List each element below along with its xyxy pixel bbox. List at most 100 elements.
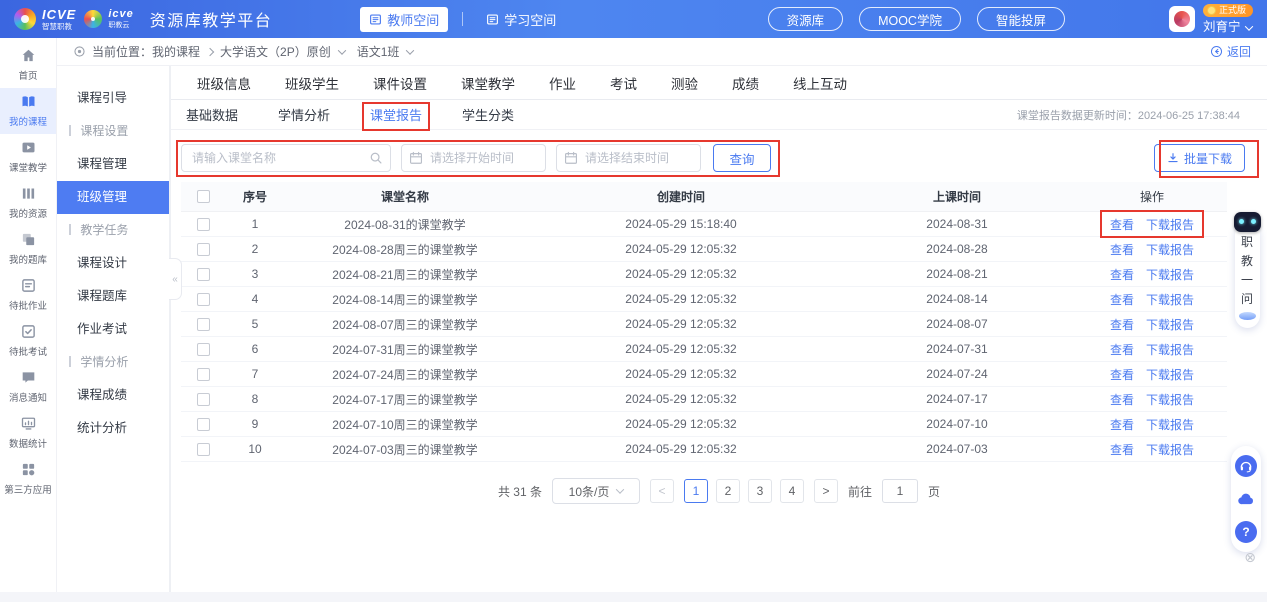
view-link[interactable]: 查看 [1110, 241, 1134, 258]
sidebar-item[interactable]: 待批考试 [0, 318, 56, 364]
sidebar-item[interactable]: 课堂教学 [0, 134, 56, 180]
download-report-link[interactable]: 下载报告 [1146, 291, 1194, 308]
submenu-item[interactable]: 班级管理 [57, 181, 169, 214]
sidebar-collapse-button[interactable]: « [169, 258, 182, 300]
submenu-item[interactable]: 课程设置 [57, 115, 169, 148]
breadcrumb-class-select[interactable]: 语文1班 [357, 43, 414, 60]
submenu-item[interactable]: 课程题库 [57, 280, 169, 313]
download-report-link[interactable]: 下载报告 [1146, 341, 1194, 358]
submenu-item[interactable]: 课程引导 [57, 82, 169, 115]
student-space-tab[interactable]: 学习空间 [477, 7, 565, 32]
page-size-select[interactable]: 10条/页 [552, 478, 640, 504]
sidebar-item[interactable]: 消息通知 [0, 364, 56, 410]
submenu-item[interactable]: 作业考试 [57, 313, 169, 346]
row-checkbox[interactable] [197, 218, 210, 231]
robot-icon [1234, 212, 1261, 232]
row-checkbox[interactable] [197, 318, 210, 331]
sub-tab[interactable]: 课堂报告 [370, 105, 422, 124]
submenu-item[interactable]: 课程管理 [57, 148, 169, 181]
home-icon [21, 48, 36, 63]
page-number-button[interactable]: 3 [748, 479, 772, 503]
header-pill-button[interactable]: 资源库 [768, 7, 844, 31]
sub-tab[interactable]: 学情分析 [278, 105, 330, 124]
submenu-item[interactable]: 学情分析 [57, 346, 169, 379]
view-link[interactable]: 查看 [1110, 366, 1134, 383]
row-checkbox[interactable] [197, 293, 210, 306]
sidebar-item[interactable]: 我的资源 [0, 180, 56, 226]
row-created-time: 2024-05-29 12:05:32 [525, 292, 837, 306]
sub-tab[interactable]: 基础数据 [186, 105, 238, 124]
download-center-button[interactable] [1235, 488, 1257, 510]
view-link[interactable]: 查看 [1110, 266, 1134, 283]
query-button[interactable]: 查询 [713, 144, 771, 172]
view-link[interactable]: 查看 [1110, 391, 1134, 408]
download-report-link[interactable]: 下载报告 [1146, 266, 1194, 283]
download-report-link[interactable]: 下载报告 [1146, 241, 1194, 258]
download-report-link[interactable]: 下载报告 [1146, 416, 1194, 433]
download-report-link[interactable]: 下载报告 [1146, 441, 1194, 458]
main-tab[interactable]: 成绩 [732, 73, 759, 93]
main-tab[interactable]: 课堂教学 [461, 73, 515, 93]
sidebar-item[interactable]: 首页 [0, 42, 56, 88]
submenu-item[interactable]: 课程成绩 [57, 379, 169, 412]
main-tab[interactable]: 线上互动 [793, 73, 847, 93]
row-checkbox[interactable] [197, 368, 210, 381]
main-tab[interactable]: 班级学生 [285, 73, 339, 93]
table-row: 7 2024-07-24周三的课堂教学 2024-05-29 12:05:32 … [181, 362, 1227, 387]
header-pill-button[interactable]: 智能投屏 [977, 7, 1065, 31]
avatar[interactable] [1169, 6, 1195, 32]
download-report-link[interactable]: 下载报告 [1146, 216, 1194, 233]
view-link[interactable]: 查看 [1110, 216, 1134, 233]
view-link[interactable]: 查看 [1110, 341, 1134, 358]
submenu-item[interactable]: 课程设计 [57, 247, 169, 280]
goto-page-input[interactable] [882, 479, 918, 503]
view-link[interactable]: 查看 [1110, 441, 1134, 458]
submenu-item[interactable]: 统计分析 [57, 412, 169, 445]
sidebar-item[interactable]: 待批作业 [0, 272, 56, 318]
breadcrumb-my-courses[interactable]: 我的课程 [152, 43, 200, 60]
sub-tab[interactable]: 学生分类 [462, 105, 514, 124]
submenu-item[interactable]: 教学任务 [57, 214, 169, 247]
teacher-space-tab[interactable]: 教师空间 [360, 7, 448, 32]
prev-page-button[interactable]: < [650, 479, 674, 503]
support-button[interactable] [1235, 455, 1257, 477]
breadcrumb-course-select[interactable]: 大学语文（2P）原创 [220, 43, 345, 60]
sidebar-item[interactable]: 我的课程 [0, 88, 56, 134]
download-report-link[interactable]: 下载报告 [1146, 366, 1194, 383]
submenu-item-label: 学情分析 [80, 355, 128, 369]
row-checkbox[interactable] [197, 393, 210, 406]
sidebar-item[interactable]: 我的题库 [0, 226, 56, 272]
collapse-toolbar-button[interactable]: ⊗ [1244, 550, 1256, 564]
user-menu[interactable]: 刘育宁 [1203, 21, 1252, 34]
help-button[interactable]: ? [1235, 521, 1257, 543]
main-tab[interactable]: 作业 [549, 73, 576, 93]
main-tab[interactable]: 测验 [671, 73, 698, 93]
back-button[interactable]: 返回 [1210, 43, 1251, 60]
assistant-widget[interactable]: 职教一问 [1232, 212, 1262, 328]
main-tab[interactable]: 考试 [610, 73, 637, 93]
page-number-button[interactable]: 2 [716, 479, 740, 503]
row-class-time: 2024-08-31 [837, 217, 1077, 231]
view-link[interactable]: 查看 [1110, 416, 1134, 433]
view-link[interactable]: 查看 [1110, 291, 1134, 308]
main-tab[interactable]: 课件设置 [373, 73, 427, 93]
row-checkbox[interactable] [197, 443, 210, 456]
select-all-checkbox[interactable] [197, 190, 210, 203]
row-checkbox[interactable] [197, 243, 210, 256]
brand-secondary-tagline: 职教云 [108, 22, 133, 29]
next-page-button[interactable]: > [814, 479, 838, 503]
main-tab[interactable]: 班级信息 [197, 73, 251, 93]
page-number-button[interactable]: 1 [684, 479, 708, 503]
header-pill-button[interactable]: MOOC学院 [859, 7, 961, 31]
class-name-input[interactable] [181, 144, 391, 172]
sidebar-item[interactable]: 第三方应用 [0, 456, 56, 502]
row-checkbox[interactable] [197, 343, 210, 356]
sidebar-item[interactable]: 数据统计 [0, 410, 56, 456]
download-report-link[interactable]: 下载报告 [1146, 391, 1194, 408]
batch-download-button[interactable]: 批量下载 [1154, 144, 1245, 172]
page-number-button[interactable]: 4 [780, 479, 804, 503]
download-report-link[interactable]: 下载报告 [1146, 316, 1194, 333]
view-link[interactable]: 查看 [1110, 316, 1134, 333]
row-checkbox[interactable] [197, 268, 210, 281]
row-checkbox[interactable] [197, 418, 210, 431]
